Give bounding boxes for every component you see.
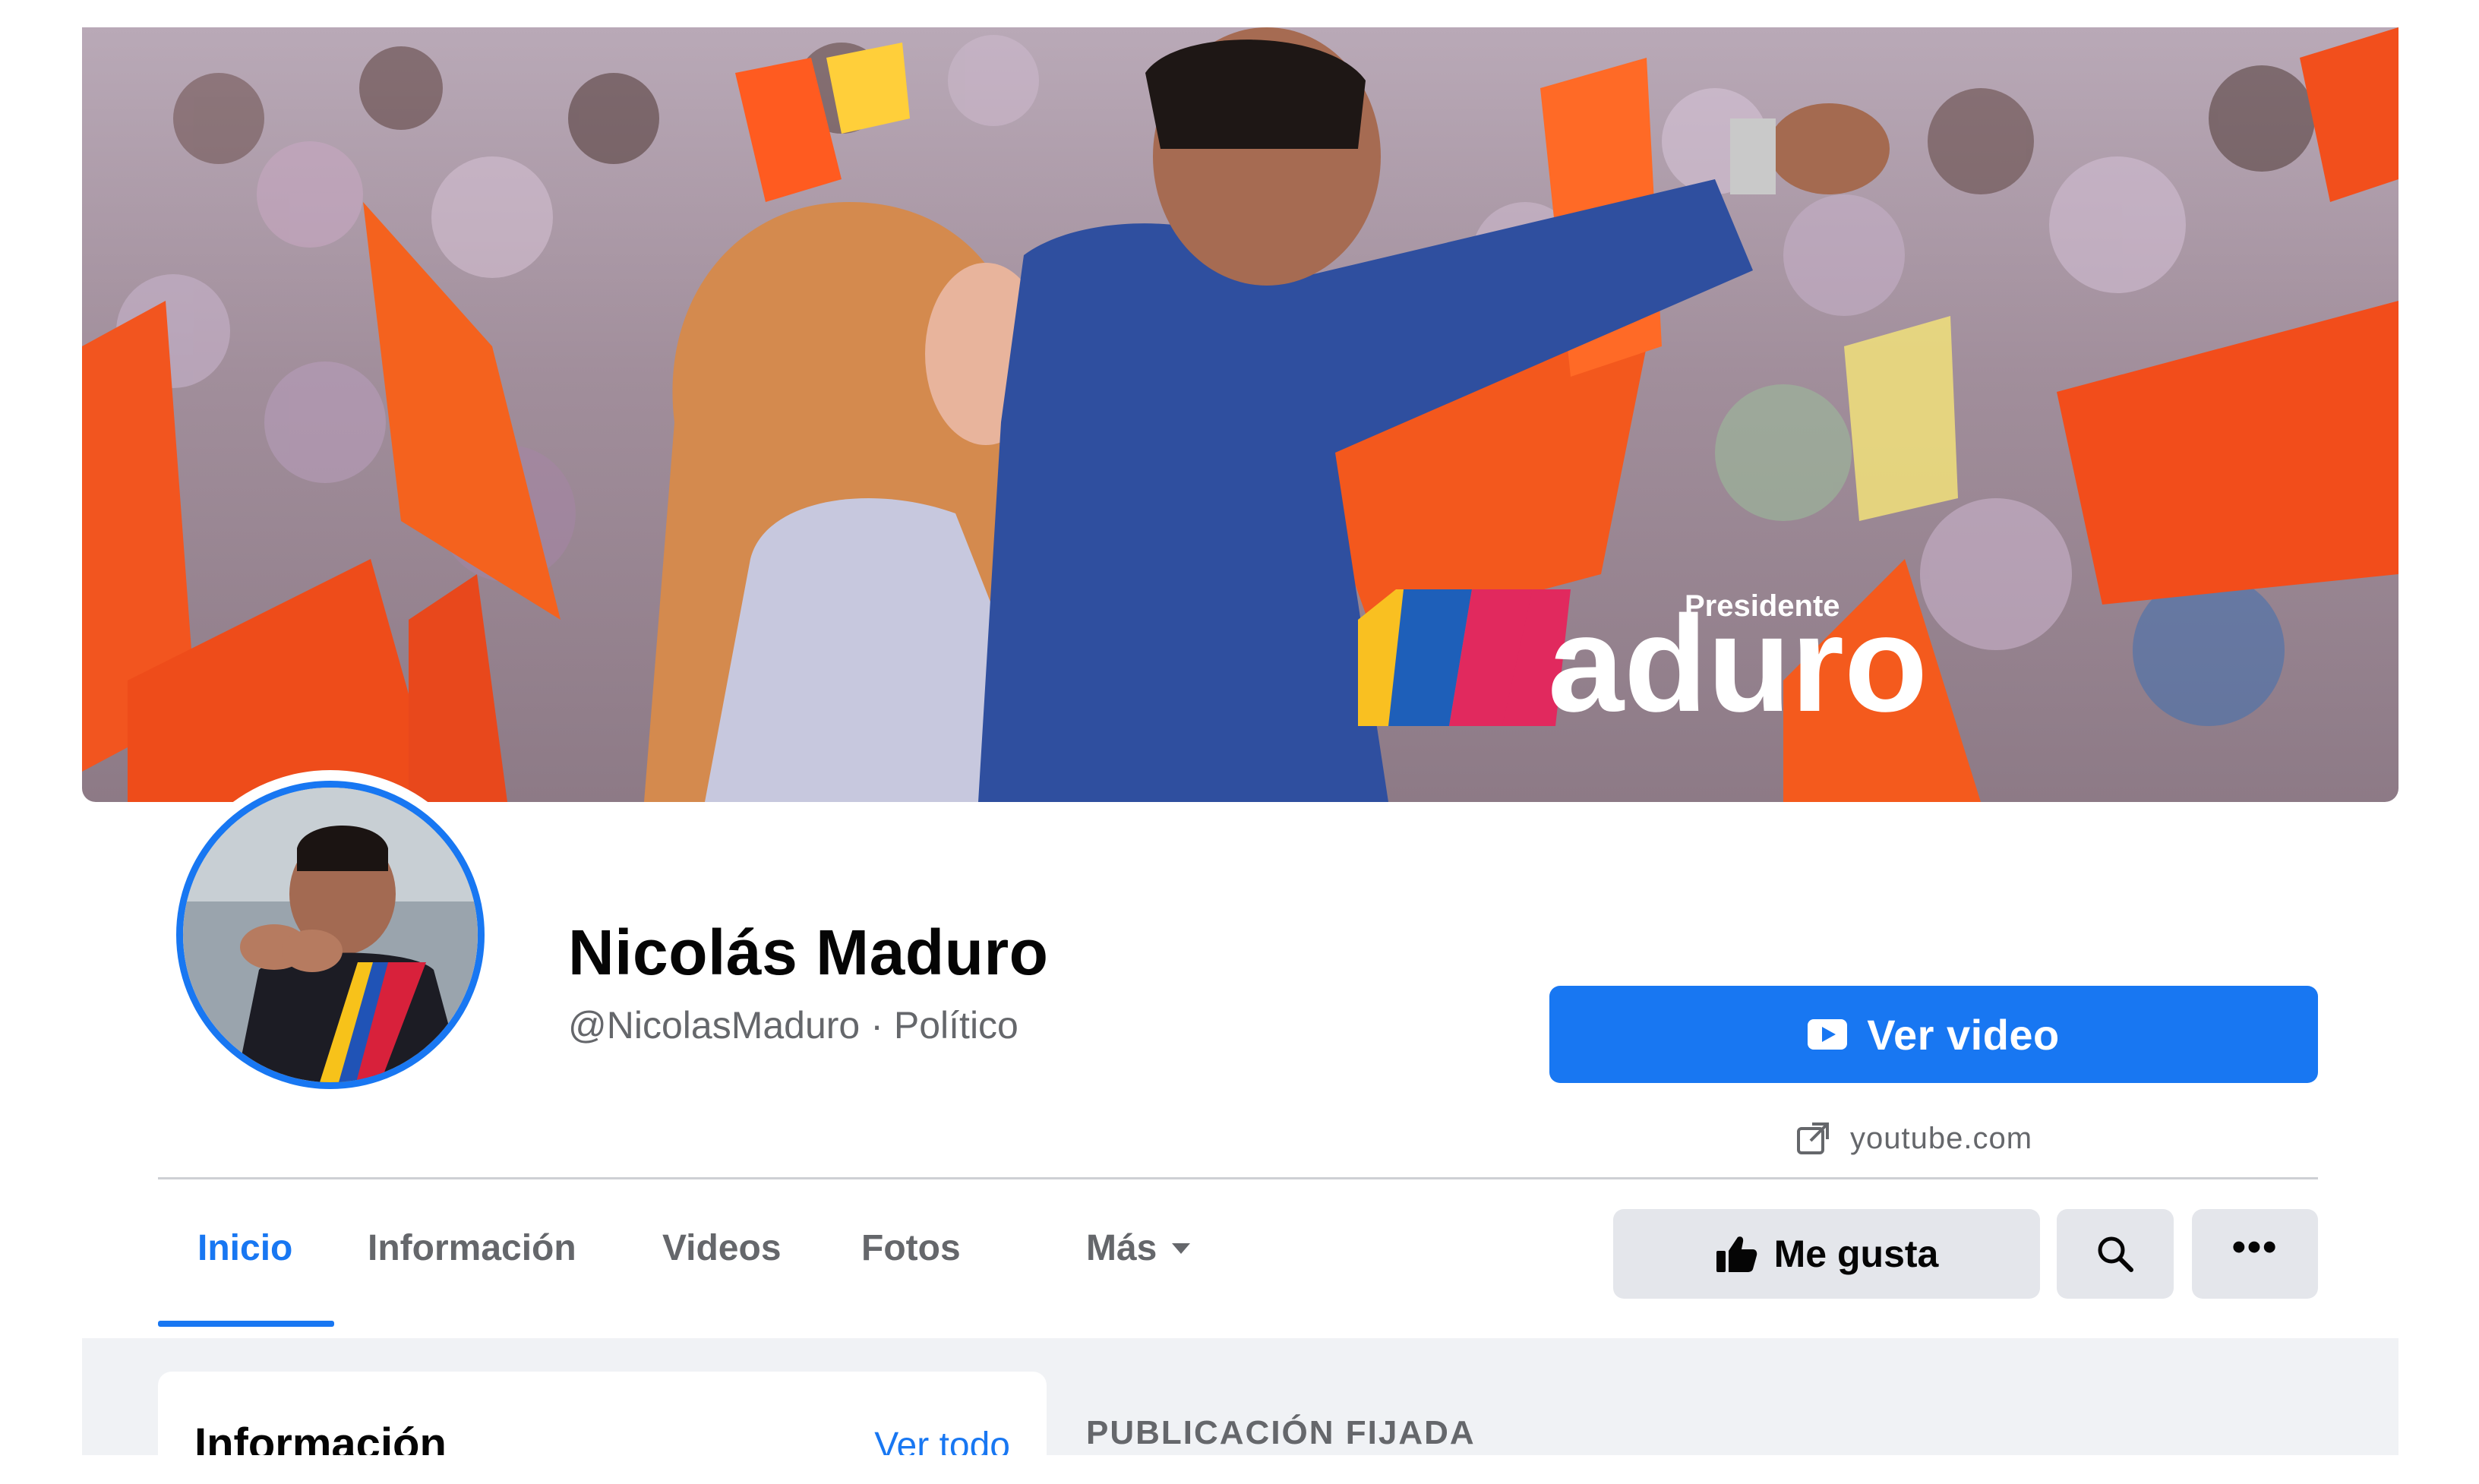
search-button[interactable] — [2057, 1209, 2174, 1299]
tab-mas-label: Más — [1086, 1228, 1157, 1268]
tab-fotos[interactable]: Fotos — [861, 1227, 961, 1269]
more-dots-icon: ••• — [2231, 1225, 2278, 1269]
thumbs-up-icon — [1716, 1236, 1757, 1272]
page-category[interactable]: Político — [894, 1004, 1018, 1047]
header-divider — [158, 1177, 2318, 1179]
cover-photo[interactable]: aduro Presidente — [82, 27, 2398, 802]
info-card-title: Información — [194, 1419, 447, 1455]
maduro-logo: aduro Presidente — [1358, 588, 1928, 740]
cta-link[interactable]: youtube.com — [1795, 1121, 2032, 1156]
watch-video-button[interactable]: Ver video — [1549, 986, 2318, 1083]
profile-picture-illustration — [183, 788, 478, 1082]
cta-link-text: youtube.com — [1850, 1121, 2033, 1155]
like-button[interactable]: Me gusta — [1613, 1209, 2040, 1299]
external-link-icon — [1797, 1122, 1829, 1154]
info-card: Información Ver todo — [158, 1372, 1047, 1455]
like-label: Me gusta — [1773, 1233, 1939, 1275]
page-handle: @NicolasMaduro — [568, 1004, 861, 1047]
page-profile-card: aduro Presidente Nicolás Maduro @Nicolas… — [82, 27, 2398, 1455]
profile-picture[interactable] — [176, 781, 485, 1089]
svg-text:Presidente: Presidente — [1685, 589, 1840, 623]
page-subtitle: @NicolasMaduro · Político — [568, 1003, 1018, 1047]
tab-mas[interactable]: Más — [1086, 1227, 1191, 1269]
pinned-post-label: PUBLICACIÓN FIJADA — [1086, 1414, 1476, 1451]
profile-picture-ring[interactable] — [167, 772, 494, 1098]
play-video-icon — [1808, 1019, 1848, 1050]
chevron-down-icon — [1172, 1242, 1191, 1254]
active-tab-indicator — [158, 1321, 334, 1327]
facebook-page-screenshot: aduro Presidente Nicolás Maduro @Nicolas… — [0, 0, 2479, 1484]
tab-informacion[interactable]: Información — [368, 1227, 576, 1269]
more-options-button[interactable]: ••• — [2192, 1209, 2318, 1299]
page-title: Nicolás Maduro — [568, 917, 1049, 988]
search-icon — [2098, 1236, 2133, 1272]
separator: · — [870, 1004, 883, 1047]
watch-video-label: Ver video — [1867, 1010, 2060, 1059]
tab-inicio[interactable]: Inicio — [197, 1227, 292, 1269]
see-all-link[interactable]: Ver todo — [874, 1425, 1010, 1455]
tab-videos[interactable]: Videos — [662, 1227, 782, 1269]
cover-photo-illustration: aduro Presidente — [82, 27, 2398, 802]
